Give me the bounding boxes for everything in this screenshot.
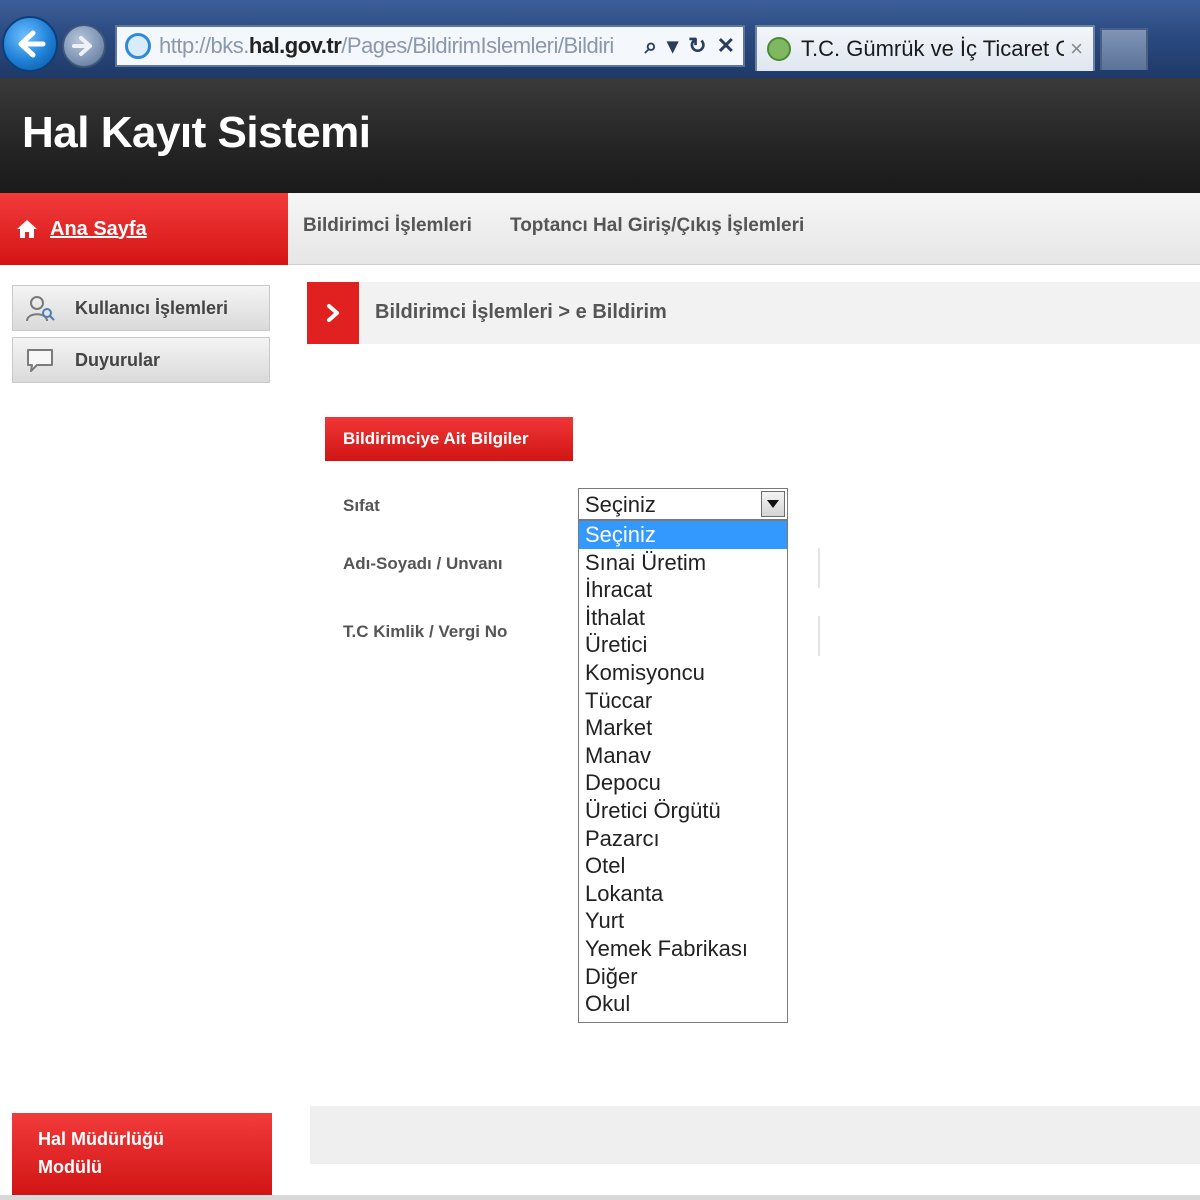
dropdown-option[interactable]: Depocu xyxy=(579,769,787,797)
sidebar-item-duyurular[interactable]: Duyurular xyxy=(12,337,270,383)
app-header: Hal Kayıt Sistemi xyxy=(0,78,1200,193)
new-tab-button[interactable] xyxy=(1100,28,1148,70)
search-icon[interactable]: ⌕ xyxy=(645,33,657,59)
dropdown-option[interactable]: Diğer xyxy=(579,963,787,991)
browser-tab[interactable]: T.C. Gümrük ve İç Ticaret G... × xyxy=(755,25,1095,71)
sidebar: Kullanıcı İşlemleri Duyurular Hal Müdürl… xyxy=(0,265,288,1200)
page-bottom-edge xyxy=(0,1195,1200,1200)
ie-logo-icon xyxy=(125,33,151,59)
dropdown-option[interactable]: Seçiniz xyxy=(579,521,787,549)
forward-button[interactable] xyxy=(62,24,106,68)
user-magnifier-icon xyxy=(26,296,55,322)
dropdown-option[interactable]: Üretici xyxy=(579,631,787,659)
nav-home-label: Ana Sayfa xyxy=(50,217,147,240)
sifat-dropdown-list: Seçiniz Sınai Üretim İhracat İthalat Üretici… xyxy=(578,520,788,1023)
stop-icon[interactable]: ✕ xyxy=(717,33,735,59)
main-nav: Ana Sayfa Bildirimci İşlemleri Toptancı … xyxy=(0,193,1200,265)
breadcrumb: Bildirimci İşlemleri > e Bildirim xyxy=(307,282,1200,344)
dropdown-option[interactable]: Otel xyxy=(579,852,787,880)
section-title: Bildirimciye Ait Bilgiler xyxy=(343,429,529,448)
tckimlik-field[interactable] xyxy=(790,616,820,656)
dropdown-option[interactable]: İhracat xyxy=(579,576,787,604)
browser-toolbar: http://bks.hal.gov.tr/Pages/BildirimIsle… xyxy=(0,0,1200,78)
breadcrumb-text: Bildirimci İşlemleri > e Bildirim xyxy=(375,301,667,323)
adsoyad-label: Adı-Soyadı / Unvanı xyxy=(343,554,503,573)
chevron-down-icon[interactable] xyxy=(761,491,785,517)
nav-toptanci-hal-islemleri[interactable]: Toptancı Hal Giriş/Çıkış İşlemleri xyxy=(510,215,804,237)
nav-bildirimci-islemleri[interactable]: Bildirimci İşlemleri xyxy=(303,215,472,237)
home-icon xyxy=(17,220,37,238)
section-header: Bildirimciye Ait Bilgiler xyxy=(325,417,573,461)
arrow-left-icon xyxy=(18,30,46,58)
dropdown-option[interactable]: Tüccar xyxy=(579,687,787,715)
module-label: Hal Müdürlüğü Modülü xyxy=(38,1129,164,1177)
dropdown-option[interactable]: Manav xyxy=(579,742,787,770)
hal-mudurlugu-module-button[interactable]: Hal Müdürlüğü Modülü xyxy=(12,1113,272,1200)
dropdown-option[interactable]: Komisyoncu xyxy=(579,659,787,687)
dropdown-option[interactable]: Lokanta xyxy=(579,880,787,908)
dropdown-option[interactable]: Pazarcı xyxy=(579,825,787,853)
refresh-icon[interactable]: ↻ xyxy=(688,33,706,59)
sidebar-item-kullanici-islemleri[interactable]: Kullanıcı İşlemleri xyxy=(12,285,270,331)
address-bar[interactable]: http://bks.hal.gov.tr/Pages/BildirimIsle… xyxy=(115,25,745,67)
close-icon[interactable]: × xyxy=(1070,36,1083,62)
dropdown-option[interactable]: Üretici Örgütü xyxy=(579,797,787,825)
sidebar-item-label: Kullanıcı İşlemleri xyxy=(75,297,229,318)
speech-bubble-icon xyxy=(27,349,53,372)
dropdown-option[interactable]: İthalat xyxy=(579,604,787,632)
tab-title: T.C. Gümrük ve İç Ticaret G... xyxy=(801,36,1065,61)
dropdown-option[interactable]: Yurt xyxy=(579,907,787,935)
sifat-select-value: Seçiniz xyxy=(585,492,656,517)
app-title: Hal Kayıt Sistemi xyxy=(22,108,371,157)
footer-bar xyxy=(310,1106,1200,1164)
tckimlik-label: T.C Kimlik / Vergi No xyxy=(343,622,508,641)
dropdown-option[interactable]: Okul xyxy=(579,990,787,1018)
dropdown-option[interactable]: Yemek Fabrikası xyxy=(579,935,787,963)
dropdown-option[interactable]: Market xyxy=(579,714,787,742)
chevron-right-icon xyxy=(307,282,359,344)
arrow-right-icon xyxy=(72,36,92,56)
dropdown-option[interactable]: Sınai Üretim xyxy=(579,549,787,577)
back-button[interactable] xyxy=(2,16,58,72)
chevron-down-icon[interactable]: ▾ xyxy=(667,33,678,59)
sifat-label: Sıfat xyxy=(343,496,380,515)
favicon-icon xyxy=(767,37,791,61)
sidebar-item-label: Duyurular xyxy=(75,349,161,370)
nav-home[interactable]: Ana Sayfa xyxy=(0,193,288,265)
adsoyad-field[interactable] xyxy=(790,548,820,588)
url-text: http://bks.hal.gov.tr/Pages/BildirimIsle… xyxy=(159,33,614,58)
sifat-select[interactable]: Seçiniz xyxy=(578,488,788,520)
